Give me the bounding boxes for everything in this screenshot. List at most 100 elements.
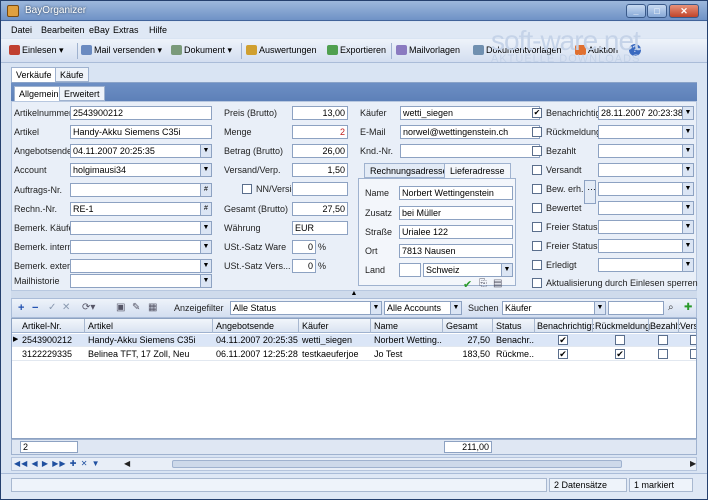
- knd-nr-field[interactable]: [400, 144, 540, 158]
- artikelnummer-field[interactable]: 2543900212: [70, 106, 212, 120]
- col-name[interactable]: Name: [374, 321, 398, 331]
- scroll-right-icon[interactable]: ▶: [690, 459, 696, 468]
- navigator-buttons-icon[interactable]: ◀◀ ◀ ▶ ▶▶ ✚ ✕ ▼: [14, 459, 101, 468]
- freier-status-2-checkbox[interactable]: [532, 241, 542, 251]
- versand-field[interactable]: 1,50: [292, 163, 348, 177]
- land-select[interactable]: Schweiz ▼: [423, 263, 513, 277]
- maximize-button[interactable]: □: [647, 4, 667, 18]
- search-input[interactable]: [608, 301, 664, 315]
- kaeufer-field[interactable]: wetti_siegen: [400, 106, 540, 120]
- col-angebotsende[interactable]: Angebotsende: [216, 321, 274, 331]
- menu-bearbeiten[interactable]: Bearbeiten: [41, 25, 85, 35]
- freier-status-2-date[interactable]: ▼: [598, 239, 694, 253]
- cell-bezahlt-checkbox[interactable]: [658, 349, 668, 359]
- suchen-field-select[interactable]: Käufer ▼: [502, 301, 606, 315]
- freier-status-1-date[interactable]: ▼: [598, 220, 694, 234]
- cell-versandt-checkbox[interactable]: [690, 349, 696, 359]
- ort-field[interactable]: 7813 Nausen: [399, 244, 513, 258]
- cell-benachrichtigt-checkbox[interactable]: ✔: [558, 335, 568, 345]
- cell-versandt-checkbox[interactable]: [690, 335, 696, 345]
- accounts-select[interactable]: Alle Accounts ▼: [384, 301, 462, 315]
- erledigt-date[interactable]: ▼: [598, 258, 694, 272]
- versandt-checkbox[interactable]: [532, 165, 542, 175]
- bewertet-date[interactable]: ▼: [598, 201, 694, 215]
- copy-icon[interactable]: ⎘: [479, 278, 487, 289]
- bewertung-dots-button[interactable]: …: [584, 180, 596, 204]
- bemerk-kaeufer-field[interactable]: ▼: [70, 221, 212, 235]
- columns-icon[interactable]: ▦: [148, 302, 157, 313]
- tab-allgemein[interactable]: Allgemein: [14, 86, 64, 101]
- check-icon[interactable]: ✔: [463, 278, 472, 291]
- mailvorlagen-button[interactable]: Mailvorlagen: [396, 45, 460, 55]
- waehrung-field[interactable]: EUR: [292, 221, 348, 235]
- cell-benachrichtigt-checkbox[interactable]: ✔: [558, 349, 568, 359]
- col-versandt[interactable]: Vers: [680, 321, 696, 331]
- scroll-left-icon[interactable]: ◀: [124, 459, 130, 468]
- freier-status-1-checkbox[interactable]: [532, 222, 542, 232]
- betrag-field[interactable]: 26,00: [292, 144, 348, 158]
- cell-rueckmeldung-checkbox[interactable]: [615, 335, 625, 345]
- table-row[interactable]: 3122229335 Belinea TFT, 17 Zoll, Neu 06.…: [12, 348, 696, 361]
- auswertungen-button[interactable]: Auswertungen: [246, 45, 317, 55]
- rueckmeldung-date[interactable]: ▼: [598, 125, 694, 139]
- col-benachrichtigt[interactable]: Benachrichtigt: [537, 321, 594, 331]
- menu-extras[interactable]: Extras: [113, 25, 139, 35]
- menu-datei[interactable]: Datei: [11, 25, 32, 35]
- zusatz-field[interactable]: bei Müller: [399, 206, 513, 220]
- tab-kaeufe[interactable]: Käufe: [55, 67, 89, 82]
- name-field[interactable]: Norbert Wettingenstein: [399, 186, 513, 200]
- erledigt-checkbox[interactable]: [532, 260, 542, 270]
- dokument-button[interactable]: Dokument ▾: [171, 45, 232, 56]
- minimize-button[interactable]: _: [626, 4, 646, 18]
- email-field[interactable]: norwel@wettingenstein.ch: [400, 125, 540, 139]
- preis-field[interactable]: 13,00: [292, 106, 348, 120]
- add-filter-icon[interactable]: ✚: [684, 302, 692, 313]
- col-rueckmeldung[interactable]: Rückmeldung: [595, 321, 650, 331]
- bemerk-intern-field[interactable]: ▼: [70, 240, 212, 254]
- cancel-icon[interactable]: ✕: [62, 302, 70, 313]
- auftrags-nr-field[interactable]: #: [70, 183, 212, 197]
- search-icon[interactable]: ⌕: [668, 302, 674, 313]
- table-row[interactable]: ▶ 2543900212 Handy-Akku Siemens C35i 04.…: [12, 334, 696, 347]
- ust-vers-field[interactable]: 0: [292, 259, 316, 273]
- bew-erh-date[interactable]: ▼: [598, 182, 694, 196]
- anzeigefilter-select[interactable]: Alle Status ▼: [230, 301, 382, 315]
- menge-field[interactable]: 2: [292, 125, 348, 139]
- versandt-date[interactable]: ▼: [598, 163, 694, 177]
- land-code-field[interactable]: [399, 263, 421, 277]
- exportieren-button[interactable]: Exportieren: [327, 45, 386, 55]
- ust-ware-field[interactable]: 0: [292, 240, 316, 254]
- tab-verkaeufe[interactable]: Verkäufe: [11, 67, 57, 82]
- col-status[interactable]: Status: [496, 321, 522, 331]
- bewertet-checkbox[interactable]: [532, 203, 542, 213]
- rechn-nr-field[interactable]: RE-1 #: [70, 202, 212, 216]
- col-kaeufer[interactable]: Käufer: [302, 321, 329, 331]
- aktualisierung-checkbox[interactable]: [532, 278, 542, 288]
- edit-icon[interactable]: ✎: [132, 302, 140, 313]
- col-bezahlt[interactable]: Bezahlt: [650, 321, 680, 331]
- artikel-field[interactable]: Handy-Akku Siemens C35i: [70, 125, 212, 139]
- menu-ebay[interactable]: eBay: [89, 25, 110, 35]
- bemerk-extern-field[interactable]: ▼: [70, 259, 212, 273]
- tab-rechnungsadresse[interactable]: Rechnungsadresse: [364, 163, 454, 178]
- col-gesamt[interactable]: Gesamt: [446, 321, 478, 331]
- menu-hilfe[interactable]: Hilfe: [149, 25, 167, 35]
- horizontal-scrollbar[interactable]: [172, 460, 622, 468]
- tab-lieferadresse[interactable]: Lieferadresse: [444, 163, 511, 178]
- remove-icon[interactable]: −: [32, 302, 38, 314]
- tab-erweitert[interactable]: Erweitert: [59, 86, 105, 101]
- confirm-icon[interactable]: ✓: [48, 302, 56, 313]
- bezahlt-checkbox[interactable]: [532, 146, 542, 156]
- splitter-handle[interactable]: ▲: [11, 290, 697, 298]
- mailhistorie-field[interactable]: ▼: [70, 274, 212, 288]
- col-artikel[interactable]: Artikel: [88, 321, 113, 331]
- rueckmeldung-checkbox[interactable]: [532, 127, 542, 137]
- close-button[interactable]: ✕: [669, 4, 699, 18]
- add-icon[interactable]: +: [18, 302, 24, 314]
- col-artikel-nr[interactable]: Artikel-Nr.: [22, 321, 62, 331]
- nn-checkbox[interactable]: [242, 184, 252, 194]
- strasse-field[interactable]: Urialee 122: [399, 225, 513, 239]
- nn-field[interactable]: [292, 182, 348, 196]
- bezahlt-date[interactable]: ▼: [598, 144, 694, 158]
- paste-icon[interactable]: ▤: [493, 278, 502, 289]
